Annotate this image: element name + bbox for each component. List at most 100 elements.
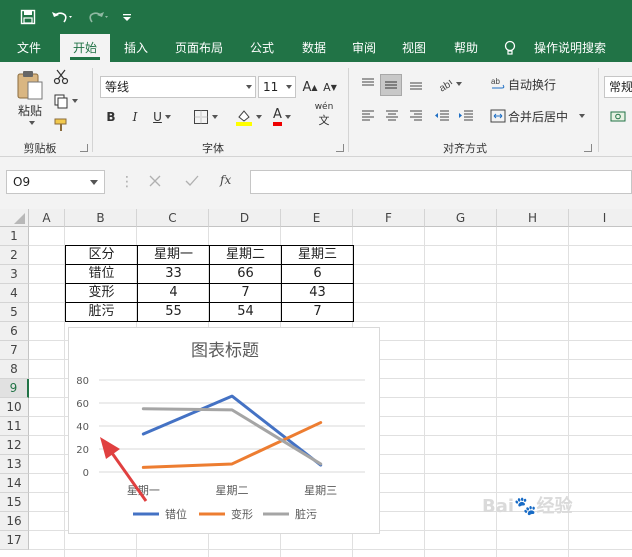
fill-color-button[interactable] — [232, 106, 264, 128]
align-bottom-icon[interactable] — [406, 74, 426, 94]
tab-insert[interactable]: 插入 — [114, 34, 158, 62]
align-right-icon[interactable] — [406, 106, 426, 126]
align-left-icon[interactable] — [358, 106, 378, 126]
increase-font-icon[interactable]: A ▲ — [302, 76, 318, 98]
cut-icon[interactable] — [52, 68, 70, 86]
name-box-dropdown-icon[interactable] — [90, 180, 98, 185]
table-cell[interactable]: 43 — [282, 284, 354, 303]
alignment-launcher-icon[interactable] — [584, 144, 592, 152]
row-header-10[interactable]: 10 — [0, 398, 29, 417]
row-header-8[interactable]: 8 — [0, 360, 29, 379]
italic-button[interactable]: I — [126, 106, 144, 128]
merge-center-icon[interactable] — [488, 106, 508, 126]
font-size-select[interactable]: 11 — [258, 76, 296, 98]
row-header-7[interactable]: 7 — [0, 341, 29, 360]
column-header-d[interactable]: D — [209, 209, 281, 227]
row-header-16[interactable]: 16 — [0, 512, 29, 531]
tab-page-layout[interactable]: 页面布局 — [166, 34, 232, 62]
enter-icon[interactable] — [184, 174, 200, 191]
font-name-select[interactable]: 等线 — [100, 76, 256, 98]
table-cell[interactable]: 7 — [282, 303, 354, 322]
customize-icon[interactable] — [122, 0, 132, 34]
row-header-9[interactable]: 9 — [0, 379, 29, 398]
row-header-13[interactable]: 13 — [0, 455, 29, 474]
table-cell[interactable]: 54 — [210, 303, 282, 322]
borders-button[interactable] — [188, 106, 222, 128]
row-header-17[interactable]: 17 — [0, 531, 29, 550]
merge-dropdown-icon[interactable] — [574, 106, 586, 126]
tab-data[interactable]: 数据 — [292, 34, 336, 62]
align-top-icon[interactable] — [358, 74, 378, 94]
undo-icon[interactable] — [50, 0, 74, 34]
tab-view[interactable]: 视图 — [392, 34, 436, 62]
font-color-button[interactable]: A — [266, 106, 298, 128]
bold-button[interactable]: B — [102, 106, 120, 128]
select-all-corner[interactable] — [0, 209, 29, 227]
column-header-g[interactable]: G — [425, 209, 497, 227]
font-launcher-icon[interactable] — [336, 144, 344, 152]
decrease-indent-icon[interactable] — [432, 106, 452, 126]
tab-help[interactable]: 帮助 — [444, 34, 488, 62]
copy-icon[interactable] — [52, 92, 78, 110]
column-header-f[interactable]: F — [353, 209, 425, 227]
table-cell[interactable]: 55 — [138, 303, 210, 322]
row-header-1[interactable]: 1 — [0, 227, 29, 246]
wrap-text-button[interactable]: 自动换行 — [508, 74, 560, 94]
save-icon[interactable] — [20, 0, 36, 34]
decrease-font-icon[interactable]: A ▼ — [322, 76, 338, 98]
paste-button[interactable]: 粘贴 — [10, 102, 50, 118]
formula-input[interactable] — [250, 170, 632, 194]
format-painter-icon[interactable] — [52, 116, 70, 134]
currency-format-icon[interactable] — [606, 106, 632, 128]
tab-file[interactable]: 文件 — [6, 34, 52, 62]
table-cell[interactable]: 4 — [138, 284, 210, 303]
row-header-2[interactable]: 2 — [0, 246, 29, 265]
table-cell[interactable]: 66 — [210, 265, 282, 284]
align-middle-icon[interactable] — [380, 74, 402, 96]
underline-button[interactable]: U — [148, 106, 176, 128]
table-cell[interactable]: 错位 — [66, 265, 138, 284]
row-header-15[interactable]: 15 — [0, 493, 29, 512]
row-header-14[interactable]: 14 — [0, 474, 29, 493]
table-cell[interactable]: 33 — [138, 265, 210, 284]
column-header-h[interactable]: H — [497, 209, 569, 227]
table-cell[interactable]: 6 — [282, 265, 354, 284]
table-cell[interactable]: 区分 — [66, 246, 138, 265]
row-header-6[interactable]: 6 — [0, 322, 29, 341]
table-cell[interactable]: 星期二 — [210, 246, 282, 265]
redo-icon[interactable] — [86, 0, 110, 34]
table-cell[interactable]: 7 — [210, 284, 282, 303]
paste-dropdown-icon[interactable] — [22, 118, 38, 128]
wrap-text-icon[interactable]: ab — [488, 74, 508, 94]
worksheet-grid[interactable]: A B C D E F G H I 1 2 3 4 5 6 7 8 9 10 11 12 13 14 15 1… — [0, 209, 632, 557]
row-header-5[interactable]: 5 — [0, 303, 29, 322]
phonetic-button[interactable]: wén 文 — [306, 102, 342, 128]
clipboard-launcher-icon[interactable] — [80, 144, 88, 152]
tab-home[interactable]: 开始 — [60, 34, 110, 62]
column-header-i[interactable]: I — [569, 209, 632, 227]
tab-formulas[interactable]: 公式 — [240, 34, 284, 62]
insert-function-icon[interactable]: fx — [220, 173, 231, 187]
row-header-12[interactable]: 12 — [0, 436, 29, 455]
row-header-4[interactable]: 4 — [0, 284, 29, 303]
increase-indent-icon[interactable] — [456, 106, 476, 126]
row-header-11[interactable]: 11 — [0, 417, 29, 436]
row-header-3[interactable]: 3 — [0, 265, 29, 284]
column-header-e[interactable]: E — [281, 209, 353, 227]
paste-icon[interactable] — [14, 68, 46, 102]
table-cell[interactable]: 星期三 — [282, 246, 354, 265]
tab-review[interactable]: 审阅 — [342, 34, 386, 62]
table-cell[interactable]: 星期一 — [138, 246, 210, 265]
table-cell[interactable]: 脏污 — [66, 303, 138, 322]
table-cell[interactable]: 变形 — [66, 284, 138, 303]
tell-me-search[interactable]: 操作说明搜索 — [528, 34, 612, 62]
column-header-c[interactable]: C — [137, 209, 209, 227]
name-box[interactable]: O9 — [6, 170, 105, 194]
merge-center-button[interactable]: 合并后居中 — [508, 106, 572, 126]
align-center-icon[interactable] — [382, 106, 402, 126]
cancel-icon[interactable] — [148, 174, 162, 191]
column-header-a[interactable]: A — [29, 209, 65, 227]
column-header-b[interactable]: B — [65, 209, 137, 227]
orientation-icon[interactable]: ab — [434, 74, 464, 94]
number-format-select[interactable]: 常规 — [604, 76, 632, 98]
